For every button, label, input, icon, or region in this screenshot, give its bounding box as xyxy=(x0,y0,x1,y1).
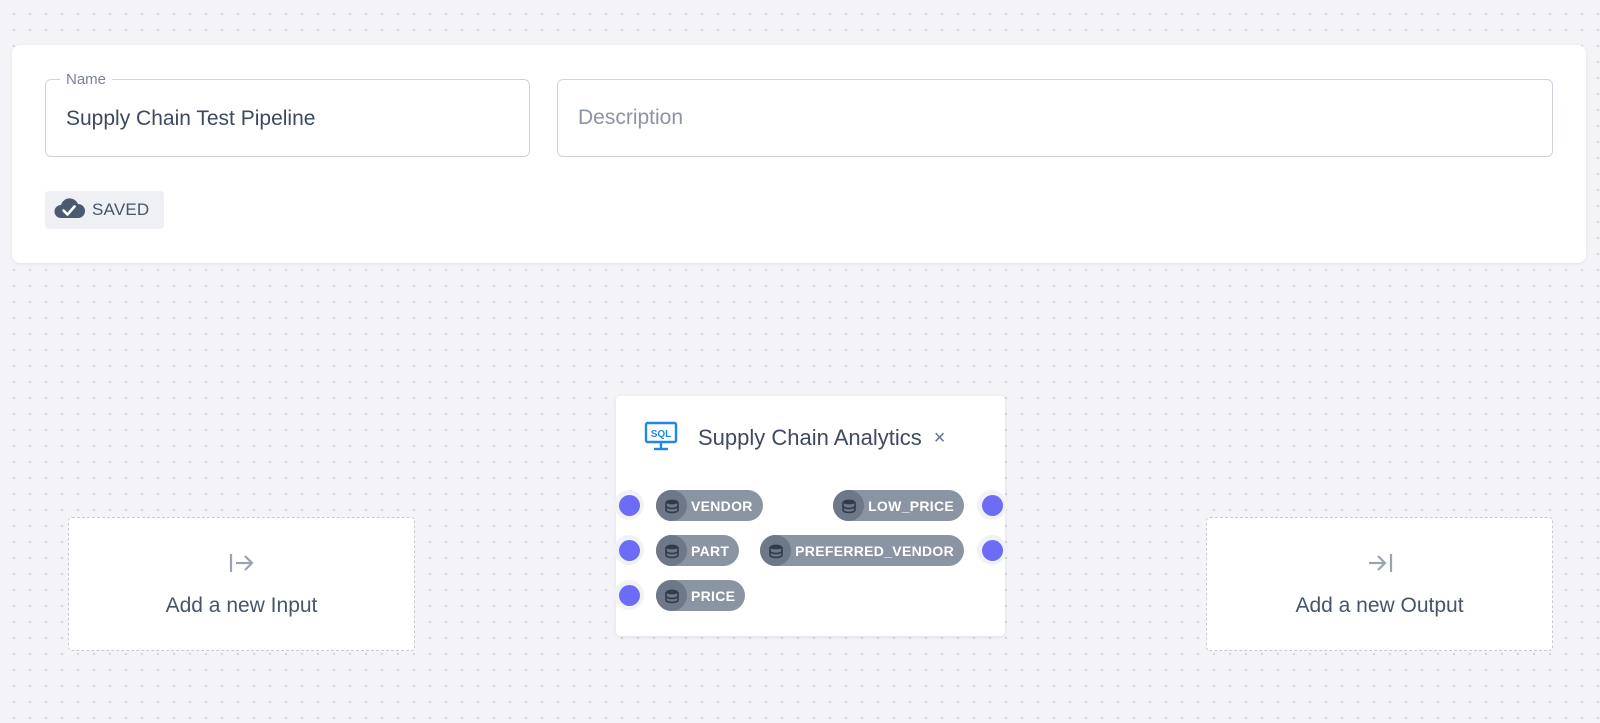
dataset-icon xyxy=(656,490,687,521)
output-pill-low-price[interactable]: LOW_PRICE xyxy=(833,490,964,521)
output-arrow-icon xyxy=(1366,551,1394,580)
saved-status-label: SAVED xyxy=(92,200,150,219)
node-header: SQL Supply Chain Analytics × xyxy=(644,421,946,456)
cloud-check-icon xyxy=(52,196,86,225)
input-port-part[interactable] xyxy=(614,535,644,565)
output-pill-preferred-vendor[interactable]: PREFERRED_VENDOR xyxy=(760,535,964,566)
dataset-icon xyxy=(833,490,865,521)
add-output-label: Add a new Output xyxy=(1295,593,1464,617)
dataset-icon xyxy=(656,580,687,611)
output-port-low-price[interactable] xyxy=(977,490,1007,520)
input-pill-price[interactable]: PRICE xyxy=(656,580,746,611)
input-pill-vendor[interactable]: VENDOR xyxy=(656,490,763,521)
sql-monitor-icon: SQL xyxy=(644,421,678,456)
name-field-value[interactable]: Supply Chain Test Pipeline xyxy=(66,107,315,131)
name-field[interactable]: Name Supply Chain Test Pipeline xyxy=(45,70,530,157)
input-port-price[interactable] xyxy=(614,580,644,610)
input-pill-label: PART xyxy=(691,542,730,559)
pipeline-header-card: Name Supply Chain Test Pipeline Descript… xyxy=(12,45,1586,263)
output-pill-label: LOW_PRICE xyxy=(868,497,954,514)
input-arrow-icon xyxy=(228,551,256,580)
output-port-preferred-vendor[interactable] xyxy=(977,535,1007,565)
input-port-vendor[interactable] xyxy=(614,490,644,520)
description-field[interactable]: Description xyxy=(557,79,1553,157)
node-close-button[interactable]: × xyxy=(934,428,946,448)
name-field-label: Name xyxy=(60,70,113,90)
description-placeholder[interactable]: Description xyxy=(578,106,683,130)
input-pill-label: PRICE xyxy=(691,587,736,604)
dataset-icon xyxy=(760,535,792,566)
sql-transform-node[interactable]: SQL Supply Chain Analytics × VENDOR PART… xyxy=(614,396,1007,636)
sql-icon-text: SQL xyxy=(651,429,672,440)
node-title: Supply Chain Analytics xyxy=(698,425,922,450)
dataset-icon xyxy=(656,535,687,566)
add-output-button[interactable]: Add a new Output xyxy=(1206,517,1553,651)
input-pill-label: VENDOR xyxy=(691,497,753,514)
add-input-button[interactable]: Add a new Input xyxy=(68,517,415,651)
add-input-label: Add a new Input xyxy=(165,593,318,617)
saved-status-badge: SAVED xyxy=(45,191,164,229)
output-pill-label: PREFERRED_VENDOR xyxy=(795,542,954,559)
input-pill-part[interactable]: PART xyxy=(656,535,740,566)
